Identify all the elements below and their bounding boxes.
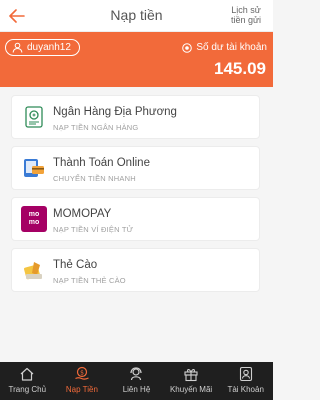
method-local-bank[interactable]: Ngân Hàng Địa Phương NẠP TIỀN NGÂN HÀNG bbox=[11, 95, 260, 139]
momo-icon: mo mo bbox=[21, 206, 47, 232]
method-name: Thẻ Cào bbox=[53, 259, 98, 271]
balance-label: Số dư tài khoản bbox=[182, 42, 267, 53]
scratch-card-icon bbox=[21, 257, 47, 283]
method-name: MOMOPAY bbox=[53, 208, 112, 220]
momo-logo-line-2: mo bbox=[28, 219, 40, 226]
svg-text:$: $ bbox=[80, 369, 84, 376]
username-pill: duyanh12 bbox=[5, 39, 80, 56]
balance-value: 145.09 bbox=[214, 59, 266, 78]
account-icon bbox=[238, 366, 254, 382]
method-scratch-card[interactable]: Thẻ Cào NẠP TIỀN THẺ CÀO bbox=[11, 248, 260, 292]
username: duyanh12 bbox=[27, 42, 71, 53]
contact-icon bbox=[128, 366, 144, 382]
deposit-method-list: Ngân Hàng Địa Phương NẠP TIỀN NGÂN HÀNG … bbox=[11, 95, 260, 299]
bottom-tab-bar: Trang Chủ $ Nạp Tiền Liên Hệ Khuyến Mãi … bbox=[0, 362, 273, 400]
method-subtitle: NẠP TIỀN NGÂN HÀNG bbox=[53, 123, 139, 132]
method-subtitle: CHUYỂN TIỀN NHANH bbox=[53, 174, 136, 183]
method-subtitle: NẠP TIỀN THẺ CÀO bbox=[53, 276, 126, 285]
method-name: Thành Toán Online bbox=[53, 157, 150, 169]
user-icon bbox=[12, 42, 23, 53]
tab-label: Trang Chủ bbox=[8, 385, 47, 394]
tab-label: Khuyến Mãi bbox=[169, 385, 213, 394]
history-line-2: tiền gửi bbox=[230, 15, 262, 25]
deposit-icon: $ bbox=[74, 366, 90, 382]
tab-label: Tài Khoản bbox=[227, 385, 264, 394]
tab-label: Nạp Tiền bbox=[65, 385, 98, 394]
balance-icon bbox=[182, 42, 193, 53]
tab-contact[interactable]: Liên Hệ bbox=[109, 362, 164, 400]
method-name: Ngân Hàng Địa Phương bbox=[53, 106, 177, 118]
tab-label: Liên Hệ bbox=[122, 385, 151, 394]
tab-promotions[interactable]: Khuyến Mãi bbox=[164, 362, 219, 400]
online-payment-icon bbox=[21, 155, 47, 181]
gift-icon bbox=[183, 366, 199, 382]
momo-logo: mo mo bbox=[21, 206, 47, 232]
header: Nạp tiền Lịch sử tiền gửi bbox=[0, 0, 273, 32]
method-subtitle: NẠP TIỀN VÍ ĐIỆN TỬ bbox=[53, 225, 134, 234]
deposit-history-link[interactable]: Lịch sử tiền gửi bbox=[226, 5, 266, 25]
method-online-payment[interactable]: Thành Toán Online CHUYỂN TIỀN NHANH bbox=[11, 146, 260, 190]
method-momopay[interactable]: mo mo MOMOPAY NẠP TIỀN VÍ ĐIỆN TỬ bbox=[11, 197, 260, 241]
bank-icon bbox=[21, 104, 47, 130]
account-banner: duyanh12 Số dư tài khoản 145.09 bbox=[0, 32, 273, 87]
tab-account[interactable]: Tài Khoản bbox=[218, 362, 273, 400]
tab-home[interactable]: Trang Chủ bbox=[0, 362, 55, 400]
history-line-1: Lịch sử bbox=[231, 5, 261, 15]
home-icon bbox=[19, 366, 35, 382]
tab-deposit[interactable]: $ Nạp Tiền bbox=[55, 362, 110, 400]
balance-label-text: Số dư tài khoản bbox=[196, 42, 267, 53]
momo-logo-line-1: mo bbox=[28, 211, 40, 218]
